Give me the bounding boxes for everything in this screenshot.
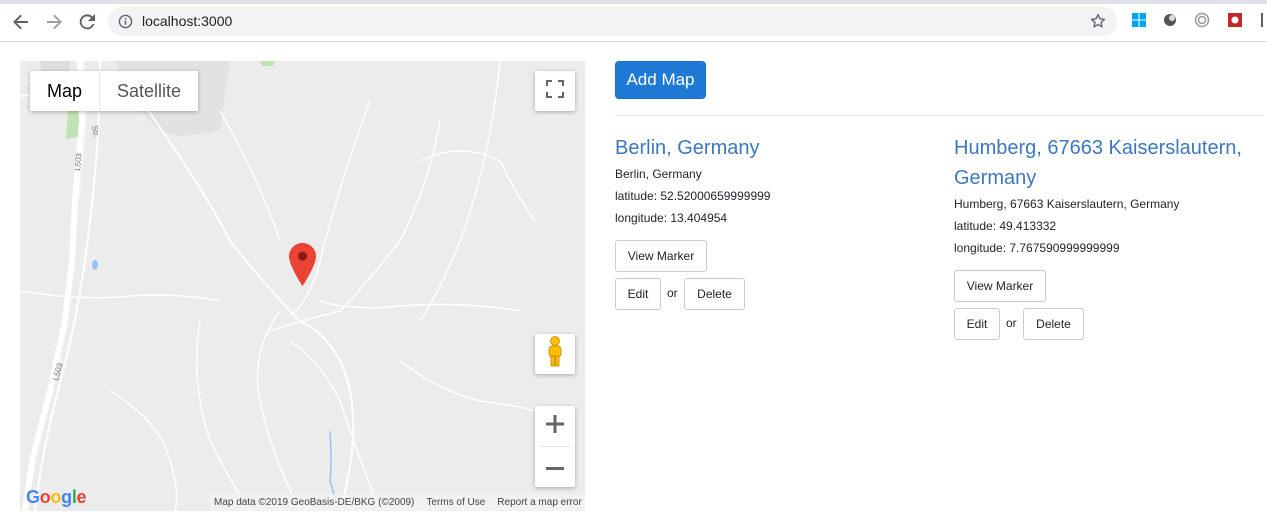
star-icon[interactable] xyxy=(1089,12,1107,35)
menu-icon[interactable] xyxy=(1259,12,1267,30)
url-text[interactable]: localhost:3000 xyxy=(142,13,232,29)
location-title[interactable]: Berlin, Germany xyxy=(615,133,770,163)
red-extension-icon[interactable] xyxy=(1227,12,1245,30)
or-text: or xyxy=(1006,316,1017,330)
add-map-button[interactable]: Add Map xyxy=(615,61,706,99)
location-latitude: latitude: 49.413332 xyxy=(954,219,1057,233)
location-card-berlin: Berlin, Germany Berlin, Germany latitude… xyxy=(615,133,770,229)
minus-icon xyxy=(546,458,564,476)
location-card-humberg: Humberg, 67663 Kaiserslautern, Germany H… xyxy=(954,133,1254,259)
map-marker-icon[interactable] xyxy=(289,243,316,291)
section-divider xyxy=(615,115,1263,116)
dark-circle-extension-icon[interactable] xyxy=(1162,12,1180,30)
map-data-text: Map data ©2019 GeoBasis-DE/BKG (©2009) xyxy=(214,497,415,508)
road-label: L503 xyxy=(73,152,84,171)
tab-strip-edge xyxy=(0,0,1267,4)
zoom-out-button[interactable] xyxy=(535,447,575,487)
terms-of-use-link[interactable]: Terms of Use xyxy=(426,497,485,508)
fullscreen-button[interactable] xyxy=(535,71,575,111)
location-address: Humberg, 67663 Kaiserslautern, Germany xyxy=(954,197,1180,211)
location-title[interactable]: Humberg, 67663 Kaiserslautern, xyxy=(954,133,1254,163)
map-type-satellite-button[interactable]: Satellite xyxy=(99,71,198,111)
zoom-control xyxy=(535,406,575,487)
reload-icon[interactable] xyxy=(75,10,99,34)
location-longitude: longitude: 7.767590999999999 xyxy=(954,241,1120,255)
plus-icon xyxy=(546,414,564,438)
location-latitude: latitude: 52.52000659999999 xyxy=(615,189,771,203)
report-map-error-link[interactable]: Report a map error xyxy=(497,497,581,508)
pegman-icon xyxy=(546,335,564,373)
windows-extension-icon[interactable] xyxy=(1131,12,1149,30)
or-text: or xyxy=(667,286,678,300)
location-title-continued[interactable]: Germany xyxy=(954,163,1254,193)
browser-toolbar: localhost:3000 xyxy=(0,0,1267,42)
google-logo[interactable]: Google xyxy=(26,487,87,508)
edit-button[interactable]: Edit xyxy=(615,278,661,310)
info-icon[interactable] xyxy=(118,14,133,34)
view-marker-button[interactable]: View Marker xyxy=(954,270,1046,302)
street-view-pegman[interactable] xyxy=(535,334,575,374)
edit-button[interactable]: Edit xyxy=(954,308,1000,340)
location-address: Berlin, Germany xyxy=(615,167,702,181)
map-type-control: Map Satellite xyxy=(30,71,199,111)
map-attribution: Map data ©2019 GeoBasis-DE/BKG (©2009) T… xyxy=(210,494,585,511)
location-longitude: longitude: 13.404954 xyxy=(615,211,728,225)
address-bar[interactable]: localhost:3000 xyxy=(108,7,1117,36)
view-marker-button[interactable]: View Marker xyxy=(615,240,707,272)
map-type-map-button[interactable]: Map xyxy=(30,71,99,111)
zoom-in-button[interactable] xyxy=(535,406,575,446)
forward-icon[interactable] xyxy=(42,10,66,34)
delete-button[interactable]: Delete xyxy=(684,278,745,310)
google-map[interactable]: L503 L503 Str. Map Satellite Google Map … xyxy=(20,61,585,511)
fullscreen-icon xyxy=(546,79,564,103)
target-extension-icon[interactable] xyxy=(1194,12,1212,30)
delete-button[interactable]: Delete xyxy=(1023,308,1084,340)
back-icon[interactable] xyxy=(9,10,33,34)
